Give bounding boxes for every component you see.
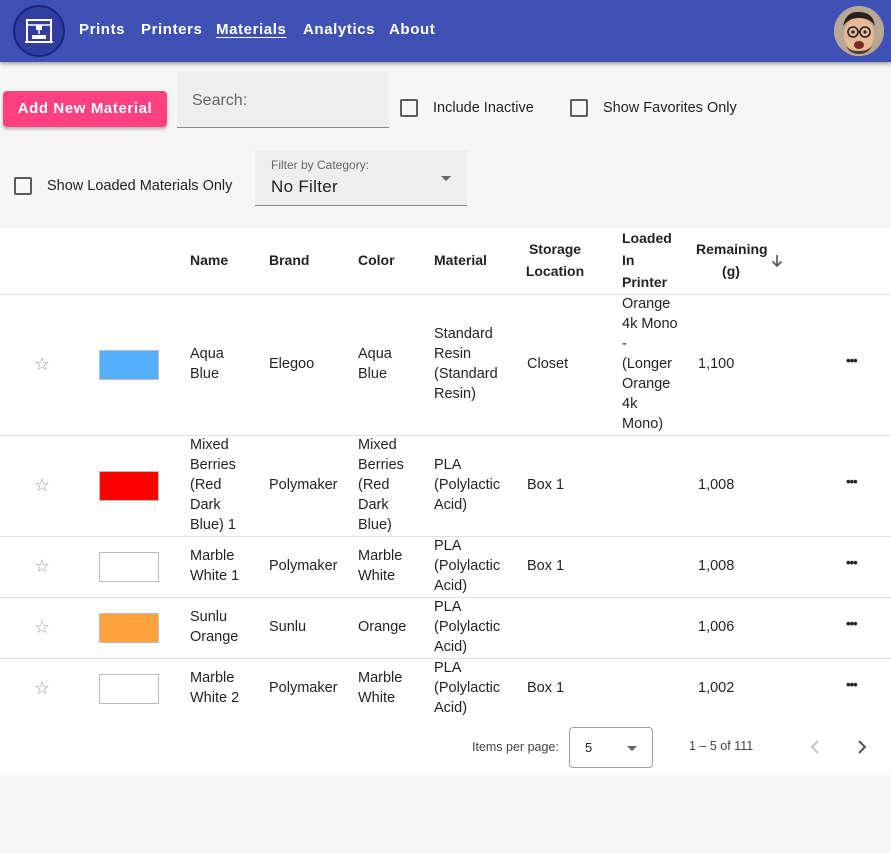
color-swatch <box>99 350 159 380</box>
more-horiz-icon[interactable]: ••• <box>846 677 858 692</box>
color-swatch <box>99 471 159 501</box>
printer-logo-icon <box>25 19 53 43</box>
header-loaded[interactable]: Loaded In Printer <box>622 227 678 293</box>
star-outline-icon[interactable]: ☆ <box>34 355 50 373</box>
category-filter-label: Filter by Category: <box>271 158 370 172</box>
star-outline-icon[interactable]: ☆ <box>34 618 50 636</box>
search-input[interactable]: Search: <box>177 72 389 128</box>
checkbox-label: Show Favorites Only <box>603 100 737 116</box>
cell-name: Sunlu Orange <box>190 609 239 645</box>
color-swatch <box>99 674 159 704</box>
cell-material: PLA (Polylactic Acid) <box>434 660 501 716</box>
caret-down-icon <box>441 176 451 181</box>
chevron-left-icon[interactable] <box>800 732 830 762</box>
row-divider <box>0 294 891 295</box>
more-horiz-icon[interactable]: ••• <box>846 474 858 489</box>
cell-color: Marble White <box>358 670 403 706</box>
cell-color: Orange <box>358 619 407 635</box>
checkbox-label: Show Loaded Materials Only <box>47 178 233 194</box>
nav-prints[interactable]: Prints <box>79 21 125 38</box>
cell-material: Standard Resin (Standard Resin) <box>434 326 498 402</box>
header-storage[interactable]: Storage Location <box>524 238 586 282</box>
arrow-downward-icon[interactable] <box>770 254 784 268</box>
cell-name: Aqua Blue <box>190 346 224 382</box>
row-divider <box>0 435 891 436</box>
header-color[interactable]: Color <box>358 249 395 271</box>
cell-color: Mixed Berries (Red Dark Blue) <box>358 437 404 533</box>
items-per-page-label: Items per page: <box>472 740 559 754</box>
header-remaining[interactable]: Remaining (g) <box>696 238 768 282</box>
checkbox-box[interactable] <box>14 177 32 195</box>
cell-name: Marble White 2 <box>190 670 240 706</box>
add-new-material-button[interactable]: Add New Material <box>3 91 167 127</box>
cell-storage: Closet <box>527 356 569 372</box>
items-per-page-select[interactable]: 5 <box>569 727 653 768</box>
category-filter-select[interactable]: Filter by Category: No Filter <box>255 150 467 206</box>
color-swatch <box>99 552 159 582</box>
cell-brand: Polymaker <box>269 558 338 574</box>
cell-remaining: 1,006 <box>698 619 735 635</box>
more-horiz-icon[interactable]: ••• <box>846 616 858 631</box>
cell-loaded: Orange 4k Mono - (Longer Orange 4k Mono) <box>622 296 678 432</box>
cell-name: Mixed Berries (Red Dark Blue) 1 <box>190 437 236 533</box>
more-horiz-icon[interactable]: ••• <box>846 353 858 368</box>
checkbox-box[interactable] <box>570 99 588 117</box>
cell-storage: Box 1 <box>527 558 565 574</box>
cell-material: PLA (Polylactic Acid) <box>434 538 501 594</box>
top-app-bar: Prints Printers Materials Analytics Abou… <box>0 0 891 62</box>
color-swatch <box>99 613 159 643</box>
cell-remaining: 1,002 <box>698 680 735 696</box>
cell-brand: Elegoo <box>269 356 315 372</box>
star-outline-icon[interactable]: ☆ <box>34 557 50 575</box>
caret-down-icon <box>627 746 637 751</box>
header-name[interactable]: Name <box>190 249 228 271</box>
nav-materials[interactable]: Materials <box>216 21 286 38</box>
checkbox-label: Include Inactive <box>433 100 534 116</box>
cell-remaining: 1,100 <box>698 356 735 372</box>
cell-brand: Sunlu <box>269 619 307 635</box>
user-avatar[interactable] <box>834 6 884 56</box>
cell-brand: Polymaker <box>269 477 338 493</box>
search-placeholder: Search: <box>192 92 248 109</box>
cell-storage: Box 1 <box>527 680 565 696</box>
cell-color: Marble White <box>358 548 403 584</box>
cell-remaining: 1,008 <box>698 558 735 574</box>
nav-about[interactable]: About <box>389 21 435 38</box>
cell-color: Aqua Blue <box>358 346 392 382</box>
nav-printers[interactable]: Printers <box>141 21 203 38</box>
cell-storage: Box 1 <box>527 477 565 493</box>
cell-brand: Polymaker <box>269 680 338 696</box>
app-logo[interactable] <box>13 5 65 57</box>
category-filter-value: No Filter <box>271 177 338 196</box>
cell-remaining: 1,008 <box>698 477 735 493</box>
user-face-icon <box>834 6 884 56</box>
items-per-page-value: 5 <box>585 740 593 755</box>
cell-name: Marble White 1 <box>190 548 240 584</box>
nav-analytics[interactable]: Analytics <box>303 21 375 38</box>
header-material[interactable]: Material <box>434 249 487 271</box>
page-range: 1 – 5 of 111 <box>689 739 754 753</box>
cell-material: PLA (Polylactic Acid) <box>434 599 501 655</box>
cell-material: PLA (Polylactic Acid) <box>434 457 501 513</box>
star-outline-icon[interactable]: ☆ <box>34 679 50 697</box>
header-brand[interactable]: Brand <box>269 249 309 271</box>
checkbox-box[interactable] <box>400 99 418 117</box>
star-outline-icon[interactable]: ☆ <box>34 476 50 494</box>
chevron-right-icon[interactable] <box>847 732 877 762</box>
more-horiz-icon[interactable]: ••• <box>846 555 858 570</box>
